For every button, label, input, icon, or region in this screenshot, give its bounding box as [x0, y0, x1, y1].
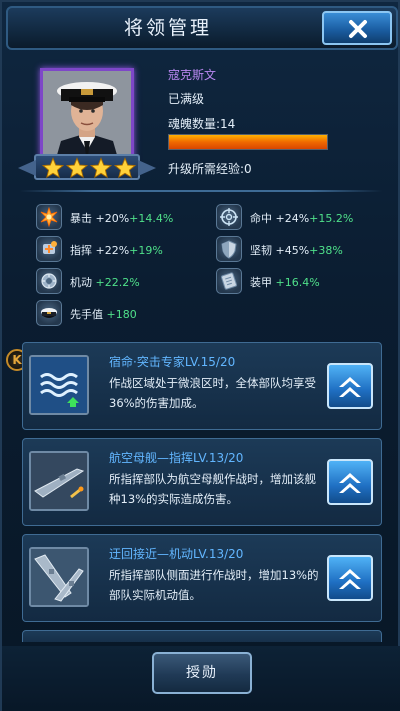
- stat-base: +20%: [95, 212, 130, 225]
- double-chevron-up-icon: [339, 569, 361, 589]
- skill-description: 作战区域处于微浪区时，全体部队均享受36%的伤害加成。: [109, 376, 316, 410]
- skill-title: 宿命·突击专家LV.15/20: [109, 355, 236, 369]
- stat-name: 暴击: [70, 212, 92, 225]
- armor-icon: [216, 268, 242, 294]
- officer-profile: 寇克斯文 已满级 魂魄数量:14 升级所需经验:0: [12, 60, 392, 190]
- double-chevron-up-icon: [339, 473, 361, 493]
- double-chevron-up-icon: [339, 377, 361, 397]
- cap-icon: [36, 300, 62, 326]
- skill-title: 航空母舰—指挥LV.13/20: [109, 451, 244, 465]
- stat-base: +45%: [275, 244, 310, 257]
- skill-card: 迂回接近—机动LV.13/20 所指挥部队侧面进行作战时，增加13%的部队实际机…: [22, 534, 382, 622]
- aircraft-carrier-icon: [29, 451, 89, 511]
- crit-icon: [36, 204, 62, 230]
- stat-name: 装甲: [250, 276, 272, 289]
- stat-bonus: +14.4%: [129, 212, 174, 225]
- attribute-stats: 暴击 +20%+14.4% 命中 +24%+15.2% 指挥 +22%+19% …: [2, 198, 400, 338]
- stat-bonus: +180: [106, 308, 137, 321]
- award-medal-button[interactable]: 授勋: [152, 652, 252, 694]
- skill-title: 迂回接近—机动LV.13/20: [109, 547, 244, 561]
- stat-bonus: +22.2%: [95, 276, 140, 289]
- skill-upgrade-button[interactable]: [327, 363, 373, 409]
- stat-bonus: +16.4%: [275, 276, 320, 289]
- soul-count-value: 14: [220, 117, 236, 131]
- flanking-ships-icon: [29, 547, 89, 607]
- close-button[interactable]: [322, 11, 392, 45]
- skill-upgrade-button[interactable]: [327, 555, 373, 601]
- stat-name: 机动: [70, 276, 92, 289]
- skill-description: 所指挥部队为航空母舰作战时，增加该舰种13%的实际造成伤害。: [109, 472, 316, 506]
- skill-description: 所指挥部队侧面进行作战时，增加13%的部队实际机动值。: [109, 568, 319, 602]
- skills-list[interactable]: 宿命·突击专家LV.15/20 作战区域处于微浪区时，全体部队均享受36%的伤害…: [22, 342, 382, 642]
- stat-bonus: +38%: [309, 244, 343, 257]
- crosshair-icon: [216, 204, 242, 230]
- bottom-bar: 授勋: [2, 646, 400, 711]
- level-status: 已满级: [168, 92, 205, 106]
- stat-name: 命中: [250, 212, 272, 225]
- stat-name: 先手值: [70, 308, 103, 321]
- stat-base: +24%: [275, 212, 310, 225]
- exp-required-row: 升级所需经验:0: [168, 160, 252, 177]
- award-medal-label: 授勋: [186, 665, 218, 681]
- exp-required-value: 0: [244, 162, 252, 176]
- officer-name: 寇克斯文: [168, 68, 217, 82]
- header-bar: 将领管理: [6, 6, 398, 50]
- soul-progress-bar: [168, 134, 328, 150]
- section-divider: [20, 190, 382, 192]
- star-icon: [90, 157, 112, 179]
- exp-required-label: 升级所需经验:: [168, 162, 245, 176]
- soul-count-label: 魂魄数量:: [168, 117, 221, 131]
- star-icon: [114, 157, 136, 179]
- star-rating: [18, 154, 156, 180]
- officer-management-window: 将领管理 寇克斯文 已满级 魂魄数量:14 升级所需经验:0 暴击 +20%+1…: [0, 0, 400, 711]
- stat-name: 指挥: [70, 244, 92, 257]
- skill-upgrade-button[interactable]: [327, 459, 373, 505]
- page-title: 将领管理: [123, 17, 212, 39]
- skill-card: 宿命·突击专家LV.15/20 作战区域处于微浪区时，全体部队均享受36%的伤害…: [22, 342, 382, 430]
- command-icon: [36, 236, 62, 262]
- plate-wing-right: [138, 160, 156, 176]
- star-icon: [42, 157, 64, 179]
- star-icon: [66, 157, 88, 179]
- skill-card: 航空母舰—指挥LV.13/20 所指挥部队为航空母舰作战时，增加该舰种13%的实…: [22, 438, 382, 526]
- shield-icon: [216, 236, 242, 262]
- plate-wing-left: [18, 160, 36, 176]
- soul-progress-fill: [169, 135, 327, 149]
- soul-count-row: 魂魄数量:14: [168, 115, 235, 132]
- waves-icon: [29, 355, 89, 415]
- skill-card-partial: [22, 630, 382, 642]
- stat-bonus: +15.2%: [309, 212, 354, 225]
- mobility-icon: [36, 268, 62, 294]
- stat-base: +22%: [95, 244, 130, 257]
- stat-bonus: +19%: [129, 244, 163, 257]
- stat-name: 坚韧: [250, 244, 272, 257]
- close-icon: [349, 20, 367, 38]
